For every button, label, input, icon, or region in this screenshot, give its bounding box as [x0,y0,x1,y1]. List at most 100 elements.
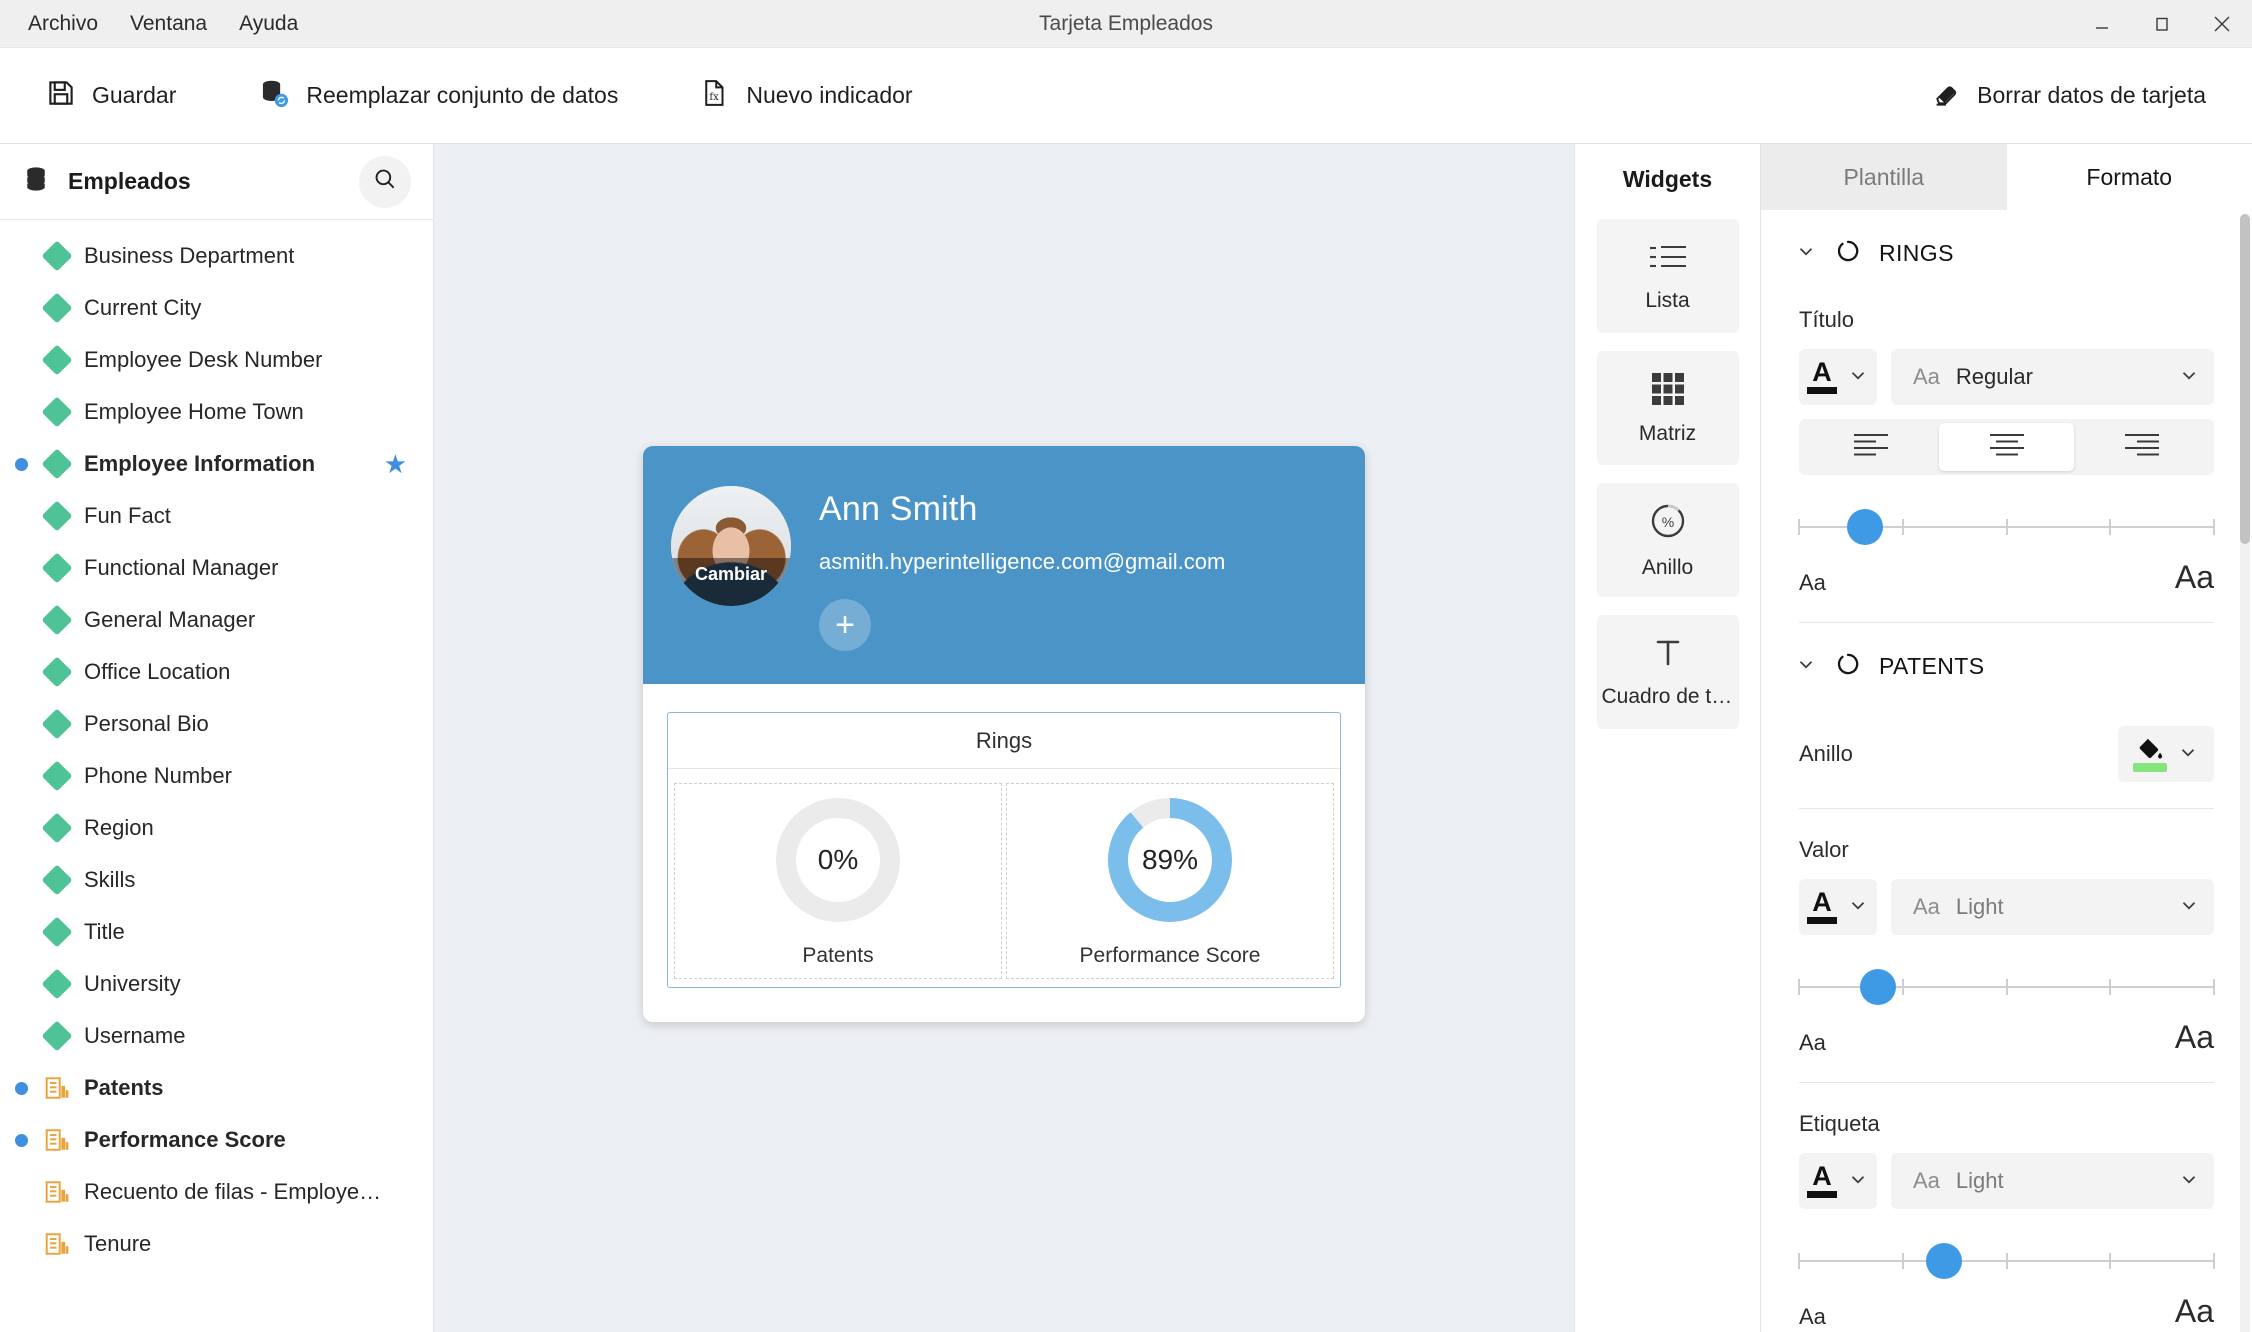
search-button[interactable] [359,155,411,208]
format-field-valor: Valor A Aa Light Aa Aa [1761,837,2252,1083]
sidebar-item-functional-manager[interactable]: Functional Manager [0,542,433,594]
format-panel-scrollbar[interactable] [2240,214,2250,1332]
diamond-shape [41,292,73,324]
font-style-dropdown[interactable]: Aa Light [1891,1153,2214,1209]
slider-knob[interactable] [1847,509,1884,545]
menu-ayuda[interactable]: Ayuda [225,8,312,39]
ring-cell[interactable]: 0% Patents [674,783,1002,979]
maximize-button[interactable] [2132,0,2192,48]
avatar[interactable]: Cambiar [671,486,791,606]
sidebar-item-fun-fact[interactable]: Fun Fact [0,490,433,542]
sidebar-item-patents[interactable]: Patents [0,1062,433,1114]
text-alignment-group [1799,419,2214,475]
slider-knob[interactable] [1859,969,1896,1005]
sidebar-item-current-city[interactable]: Current City [0,282,433,334]
font-size-slider-1-1[interactable] [1798,1235,2215,1287]
add-attribute-button[interactable]: + [819,599,871,651]
scrollbar-thumb[interactable] [2240,214,2250,544]
sidebar-item-label: Tenure [84,1231,152,1256]
font-preview-icon: Aa [1913,894,1940,919]
sidebar-item-employee-home-town[interactable]: Employee Home Town [0,386,433,438]
font-color-button[interactable]: A [1799,1153,1877,1209]
sidebar-item-personal-bio[interactable]: Personal Bio [0,698,433,750]
font-size-slider-1-0[interactable] [1798,961,2215,1013]
widget-lista[interactable]: Lista [1596,219,1739,333]
sidebar-item-employee-information[interactable]: Employee Information ★ [0,438,433,490]
replace-dataset-button[interactable]: Reemplazar conjunto de datos [240,67,636,125]
sidebar-item-business-department[interactable]: Business Department [0,230,433,282]
widget-matriz[interactable]: Matriz [1596,351,1739,465]
sidebar-item-label: Employee Home Town [84,399,304,424]
slider-knob[interactable] [1926,1243,1963,1279]
slider-tick [1901,519,1904,535]
format-section-name: RINGS [1879,240,1954,266]
chevron-down-icon [1847,894,1869,921]
list-icon [1646,240,1690,279]
slider-tick [2005,1253,2008,1269]
font-color-button[interactable]: A [1799,349,1877,405]
close-button[interactable] [2192,0,2252,48]
sidebar-item-university[interactable]: University [0,958,433,1010]
ring-cell[interactable]: 89% Performance Score [1006,783,1334,979]
sidebar-item-recuento-de-filas-employee-d[interactable]: Recuento de filas - Employee D... [0,1166,433,1218]
chevron-down-icon[interactable] [1795,240,1817,267]
diamond-shape [41,240,73,272]
sidebar-item-title[interactable]: Title [0,906,433,958]
dataset-name: Empleados [68,168,191,194]
chevron-down-icon[interactable] [1795,653,1817,680]
font-size-slider-0-0[interactable] [1798,501,2215,553]
sidebar-item-label: General Manager [84,607,256,632]
clear-card-data-button[interactable]: Borrar datos de tarjeta [1913,68,2224,124]
chevron-down-icon [2178,364,2200,391]
diamond-shape [41,1020,73,1052]
format-field-label: Valor [1799,837,1849,862]
sidebar-item-office-location[interactable]: Office Location [0,646,433,698]
star-icon[interactable]: ★ [384,451,407,477]
employee-email: asmith.hyperintelligence.com@gmail.com [819,549,1226,574]
format-section-header-patents[interactable]: PATENTS [1761,623,2252,692]
minimize-button[interactable] [2072,0,2132,48]
menu-archivo[interactable]: Archivo [14,8,112,39]
tab-plantilla[interactable]: Plantilla [1761,144,2007,210]
ring-fill-color-button[interactable] [2118,726,2214,782]
font-size-range-labels: Aa Aa [1799,1019,2214,1056]
rings-widget[interactable]: Rings 0% Patents 89% Performance Score [667,712,1341,988]
font-color-button[interactable]: A [1799,879,1877,935]
new-metric-button[interactable]: fx Nuevo indicador [682,68,930,124]
format-section-header-rings[interactable]: RINGS [1761,210,2252,279]
align-left-button[interactable] [1803,423,1939,471]
sidebar-item-employee-desk-number[interactable]: Employee Desk Number [0,334,433,386]
divider [1799,1082,2214,1083]
font-style-dropdown[interactable]: Aa Regular [1891,349,2214,405]
sidebar-item-username[interactable]: Username [0,1010,433,1062]
save-icon [46,78,76,114]
format-section-name: PATENTS [1879,653,1985,679]
widget-anillo[interactable]: % Anillo [1596,483,1739,597]
employee-card[interactable]: Cambiar Ann Smith asmith.hyperintelligen… [643,446,1365,1022]
sidebar-item-tenure[interactable]: Tenure [0,1218,433,1270]
sidebar-item-performance-score[interactable]: Performance Score [0,1114,433,1166]
sidebar-item-general-manager[interactable]: General Manager [0,594,433,646]
blue-dot-icon [14,457,28,471]
menu-ventana[interactable]: Ventana [116,8,221,39]
align-center-button[interactable] [1938,423,2075,471]
chevron-down-icon [2178,894,2200,921]
sidebar-item-label: Performance Score [84,1127,286,1152]
attribute-list[interactable]: Business Department Current City Employee … [0,220,433,1332]
save-button[interactable]: Guardar [28,68,194,124]
avatar-change-label[interactable]: Cambiar [671,558,791,606]
font-color-swatch [1807,386,1837,394]
font-size-min-label: Aa [1799,1030,1826,1055]
font-color-letter-icon: A [1812,887,1832,918]
attribute-diamond-icon [34,500,80,532]
widget-cuadro-texto[interactable]: Cuadro de te... [1596,615,1739,729]
sidebar-item-skills[interactable]: Skills [0,854,433,906]
donut-value: 89% [1141,844,1199,875]
sidebar-item-region[interactable]: Region [0,802,433,854]
sidebar-item-phone-number[interactable]: Phone Number [0,750,433,802]
sidebar-item-label: Region [84,815,154,840]
align-right-button[interactable] [2074,423,2210,471]
tab-formato[interactable]: Formato [2006,144,2252,210]
sidebar-item-label: Fun Fact [84,503,171,528]
font-style-dropdown[interactable]: Aa Light [1891,879,2214,935]
